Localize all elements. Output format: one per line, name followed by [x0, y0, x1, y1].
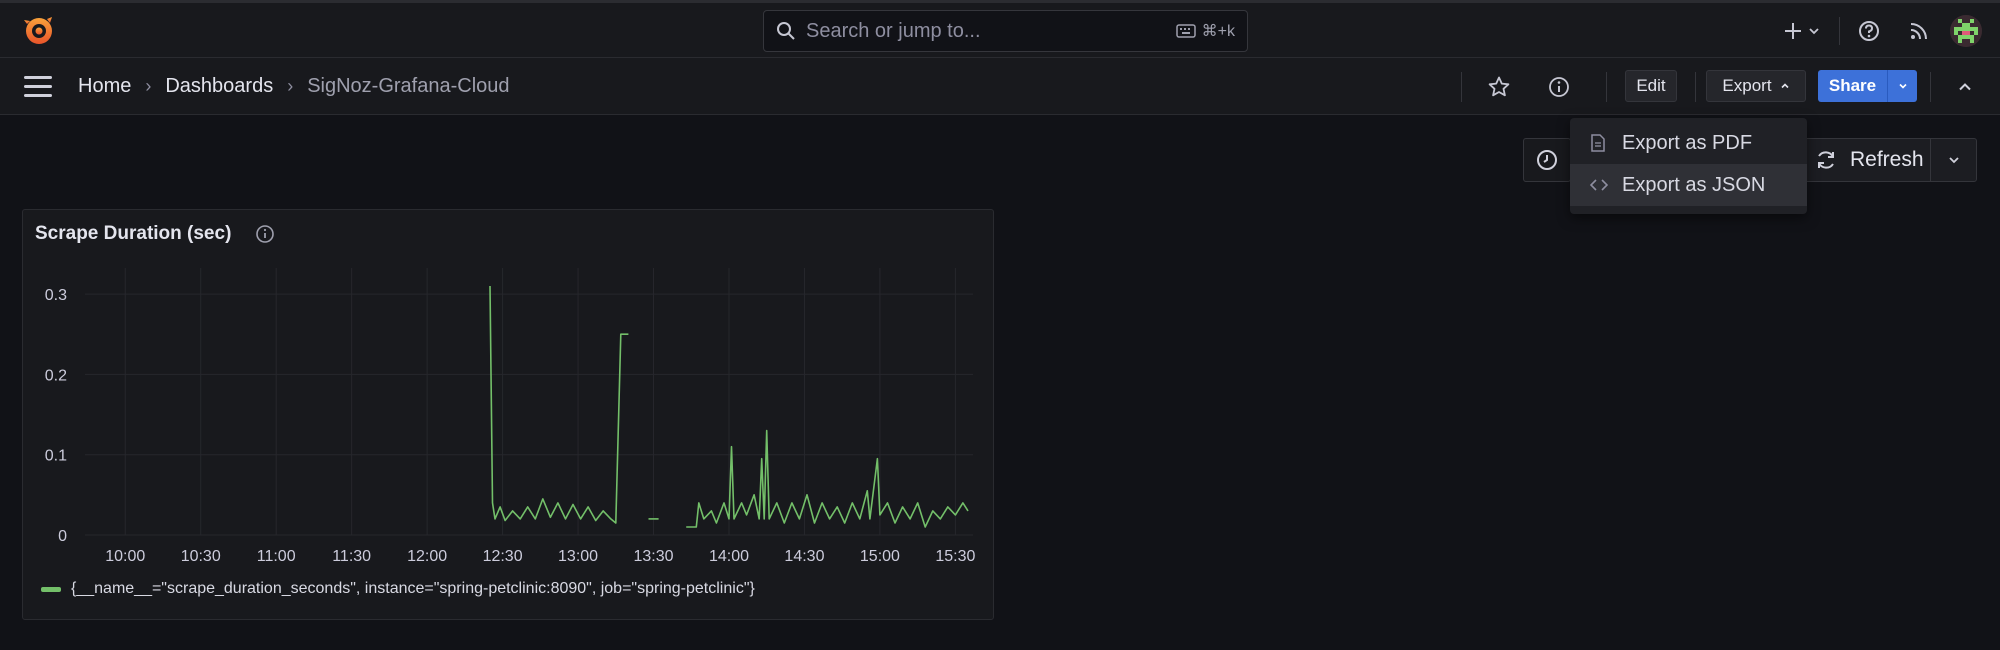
panel-title: Scrape Duration (sec): [35, 223, 232, 244]
chevron-down-icon: [1898, 83, 1907, 89]
chevron-down-icon: [1948, 157, 1959, 164]
clock-icon: [1537, 150, 1557, 170]
y-tick-label: 0.1: [45, 448, 67, 465]
new-menu-button[interactable]: [1777, 22, 1827, 40]
share-button[interactable]: Share: [1818, 70, 1887, 102]
nav-bar: Home › Dashboards › SigNoz-Grafana-Cloud…: [0, 58, 2000, 115]
avatar[interactable]: [1950, 15, 1982, 47]
export-as-json-label: Export as JSON: [1622, 173, 1766, 196]
export-as-json-item[interactable]: Export as JSON: [1570, 164, 1807, 206]
scrape-duration-chart: 0 0.1 0.2 0.3 10:00 10:30 11:00 11:30 12:00 12:30…: [45, 268, 976, 565]
star-button[interactable]: [1485, 74, 1513, 100]
series-line: [489, 285, 629, 524]
avatar-icon: [1950, 15, 1982, 47]
search-input[interactable]: Search or jump to... ⌘+k: [763, 10, 1248, 52]
export-button[interactable]: Export: [1706, 70, 1806, 102]
x-tick-label: 15:00: [860, 548, 900, 565]
help-button[interactable]: [1852, 20, 1886, 42]
series-line: [686, 429, 969, 528]
collapse-button[interactable]: [1952, 74, 1978, 100]
refresh-button[interactable]: Refresh: [1799, 138, 1977, 182]
news-button[interactable]: [1894, 21, 1944, 41]
star-icon: [1488, 76, 1510, 97]
keyboard-icon: [1175, 24, 1196, 38]
top-bar: Search or jump to... ⌘+k: [0, 0, 2000, 58]
export-as-pdf-item[interactable]: Export as PDF: [1570, 122, 1807, 164]
x-tick-label: 14:00: [709, 548, 749, 565]
search-shortcut: ⌘+k: [1175, 21, 1235, 41]
x-tick-label: 13:00: [558, 548, 598, 565]
divider: [1839, 17, 1840, 45]
x-tick-label: 15:30: [935, 548, 975, 565]
search-icon: [777, 22, 795, 40]
grafana-logo-icon[interactable]: [22, 14, 56, 48]
export-menu: Export as PDF Export as JSON: [1570, 118, 1807, 214]
y-tick-label: 0: [58, 528, 67, 545]
divider: [1930, 72, 1931, 102]
refresh-interval-dropdown[interactable]: [1930, 139, 1976, 181]
divider: [1461, 72, 1462, 102]
breadcrumb-home[interactable]: Home: [78, 75, 131, 98]
x-tick-label: 12:30: [483, 548, 523, 565]
export-button-label: Export: [1722, 76, 1772, 95]
x-tick-label: 12:00: [407, 548, 447, 565]
search-placeholder: Search or jump to...: [806, 19, 981, 42]
dashboard-info-button[interactable]: [1546, 74, 1572, 100]
y-tick-label: 0.2: [45, 367, 67, 384]
edit-button[interactable]: Edit: [1625, 70, 1677, 102]
time-range-picker[interactable]: [1523, 138, 1571, 182]
code-icon: [1590, 178, 1612, 192]
refresh-label: Refresh: [1850, 148, 1924, 171]
export-as-pdf-label: Export as PDF: [1622, 131, 1753, 154]
rss-icon: [1910, 23, 1927, 40]
breadcrumb-dashboards[interactable]: Dashboards: [165, 75, 273, 98]
share-dropdown-button[interactable]: [1887, 70, 1917, 102]
help-icon: [1859, 21, 1879, 41]
chevron-up-icon: [1780, 83, 1789, 89]
panel-header: Scrape Duration (sec): [35, 223, 275, 245]
breadcrumb: Home › Dashboards › SigNoz-Grafana-Cloud: [78, 75, 510, 98]
info-icon: [1549, 77, 1569, 97]
chevron-down-icon: [1809, 28, 1819, 35]
breadcrumb-separator-icon: ›: [145, 76, 152, 96]
menu-toggle-icon[interactable]: [24, 76, 52, 98]
top-right-actions: [1777, 14, 2000, 48]
x-tick-label: 11:00: [257, 548, 296, 565]
divider: [1606, 72, 1607, 102]
chevron-up-icon: [1959, 83, 1971, 91]
x-tick-label: 14:30: [784, 548, 824, 565]
legend-swatch: [41, 586, 61, 592]
x-tick-label: 10:30: [181, 548, 221, 565]
breadcrumb-current: SigNoz-Grafana-Cloud: [307, 75, 510, 97]
panel-info-icon[interactable]: [255, 224, 275, 244]
file-icon: [1590, 134, 1612, 152]
breadcrumb-separator-icon: ›: [287, 76, 294, 96]
y-tick-label: 0.3: [45, 287, 67, 304]
divider: [1695, 72, 1696, 102]
chart-legend[interactable]: {__name__="scrape_duration_seconds", ins…: [41, 580, 755, 598]
refresh-icon: [1818, 151, 1834, 169]
search-shortcut-label: ⌘+k: [1201, 23, 1235, 40]
legend-label: {__name__="scrape_duration_seconds", ins…: [71, 580, 755, 597]
x-tick-label: 11:30: [332, 548, 371, 565]
scrape-duration-panel[interactable]: 0 0.1 0.2 0.3 10:00 10:30 11:00 11:30 12:00 12:30…: [22, 209, 994, 620]
x-tick-label: 10:00: [105, 548, 145, 565]
plus-icon: [1785, 23, 1801, 39]
x-tick-label: 13:30: [633, 548, 673, 565]
